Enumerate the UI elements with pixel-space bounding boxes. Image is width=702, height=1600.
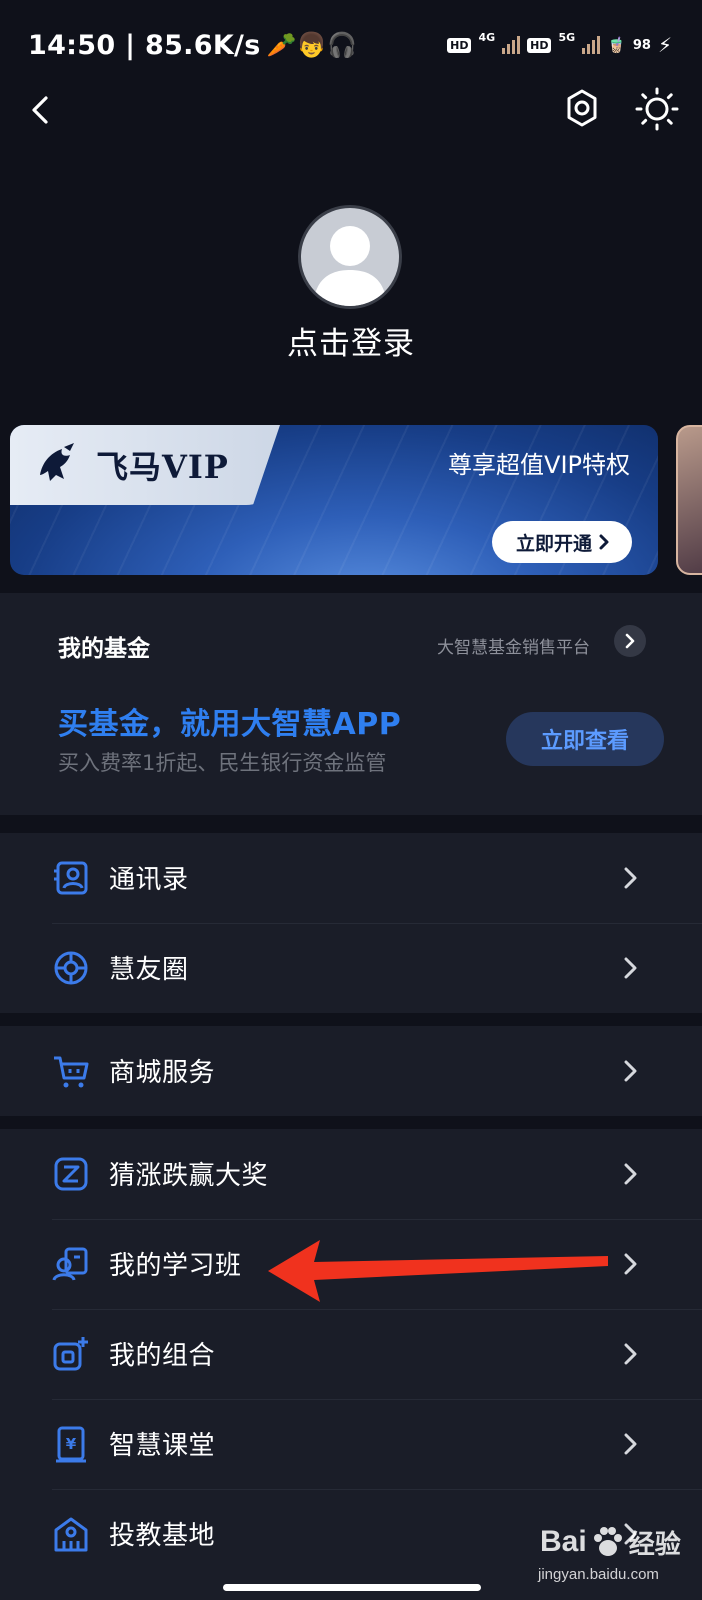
fund-subline: 买入费率1折起、民生银行资金监管 bbox=[58, 751, 387, 775]
chevron-right-icon bbox=[624, 1433, 637, 1455]
top-nav bbox=[0, 80, 702, 140]
chevron-right-icon bbox=[624, 867, 637, 889]
status-bar: 14:50 | 85.6K/s 🥕👦🎧 HD 4G HD 5G 🧋 98 ⚡ bbox=[0, 0, 702, 90]
back-icon bbox=[32, 96, 48, 124]
hd-badge: HD bbox=[447, 37, 472, 53]
watermark-suffix: 经验 bbox=[628, 1529, 681, 1560]
network-5g: 5G bbox=[558, 30, 576, 44]
default-avatar-icon bbox=[313, 226, 387, 306]
portfolio-icon bbox=[53, 1337, 88, 1371]
fund-platform-link[interactable]: 大智慧基金销售平台 bbox=[437, 633, 590, 658]
signal-icon bbox=[502, 36, 521, 54]
login-link[interactable]: 点击登录 bbox=[0, 318, 702, 363]
chevron-right-icon bbox=[624, 1253, 637, 1275]
avatar[interactable] bbox=[298, 205, 402, 309]
contacts-icon bbox=[54, 861, 88, 895]
home-indicator[interactable] bbox=[223, 1584, 481, 1591]
fund-headline: 买基金，就用大智慧APP bbox=[58, 707, 402, 742]
chevron-right-icon bbox=[624, 1163, 637, 1185]
pegasus-logo-icon bbox=[40, 443, 74, 481]
menu-label-guess-prize: 猜涨跌赢大奖 bbox=[109, 1161, 269, 1191]
menu-item-guess-prize[interactable]: 猜涨跌赢大奖 bbox=[0, 1129, 702, 1219]
chevron-right-icon bbox=[624, 957, 637, 979]
classroom-icon: ¥ bbox=[56, 1426, 86, 1463]
menu-item-my-portfolio[interactable]: 我的组合 bbox=[0, 1309, 702, 1399]
menu-label-my-portfolio: 我的组合 bbox=[109, 1341, 216, 1371]
fund-platform-arrow-button[interactable] bbox=[614, 625, 646, 657]
vip-slogan: 尊享超值VIP特权 bbox=[448, 451, 630, 479]
menu-group-2: 商城服务 bbox=[0, 1026, 702, 1116]
chevron-right-icon bbox=[625, 633, 635, 649]
menu-label-contacts: 通讯录 bbox=[109, 865, 189, 895]
network-4g: 4G bbox=[478, 30, 496, 44]
charging-icon: ⚡ bbox=[657, 33, 672, 57]
signal-icon-2 bbox=[582, 36, 601, 54]
chevron-right-icon bbox=[624, 1060, 637, 1082]
vip-open-button-label: 立即开通 bbox=[515, 532, 592, 555]
friends-circle-icon bbox=[54, 951, 88, 985]
menu-label-friends-circle: 慧友圈 bbox=[109, 955, 189, 985]
menu-label-study-class: 我的学习班 bbox=[109, 1251, 242, 1281]
guess-icon bbox=[54, 1157, 88, 1191]
status-left: 14:50 | 85.6K/s 🥕👦🎧 bbox=[28, 30, 357, 61]
hd-badge-2: HD bbox=[527, 37, 552, 53]
chevron-right-icon bbox=[624, 1343, 637, 1365]
battery-level: 98 bbox=[632, 37, 651, 53]
menu-group-1: 通讯录 慧友圈 bbox=[0, 833, 702, 1013]
back-button[interactable] bbox=[20, 88, 64, 132]
watermark-brand: Bai bbox=[540, 1525, 587, 1558]
theme-toggle-button[interactable] bbox=[634, 86, 680, 132]
vip-open-button[interactable]: 立即开通 bbox=[491, 521, 632, 563]
paw-icon bbox=[593, 1527, 622, 1556]
status-time-speed: 14:50 | 85.6K/s bbox=[28, 29, 261, 61]
menu-label-mall-service: 商城服务 bbox=[109, 1058, 216, 1088]
status-emojis: 🥕👦🎧 bbox=[266, 31, 358, 59]
fund-title: 我的基金 bbox=[58, 636, 150, 662]
chevron-right-icon bbox=[599, 534, 609, 550]
education-base-icon bbox=[54, 1517, 88, 1552]
vip-banner[interactable]: 飞马VIP 尊享超值VIP特权 立即开通 bbox=[10, 425, 658, 575]
menu-item-friends-circle[interactable]: 慧友圈 bbox=[0, 923, 702, 1013]
menu-label-wisdom-class: 智慧课堂 bbox=[109, 1431, 216, 1461]
baidu-watermark: Bai 经验 bbox=[540, 1514, 681, 1570]
next-banner-peek[interactable] bbox=[676, 425, 702, 575]
menu-item-wisdom-class[interactable]: ¥ 智慧课堂 bbox=[0, 1399, 702, 1489]
brightness-sun-icon bbox=[635, 87, 679, 131]
menu-label-investor-education: 投教基地 bbox=[109, 1521, 216, 1551]
annotation-arrow-icon bbox=[268, 1240, 608, 1302]
menu-item-mall-service[interactable]: 商城服务 bbox=[0, 1026, 702, 1116]
cart-icon bbox=[54, 1056, 89, 1088]
settings-gear-icon bbox=[567, 89, 597, 127]
watermark-url: jingyan.baidu.com bbox=[538, 1566, 659, 1583]
status-right: HD 4G HD 5G 🧋 98 ⚡ bbox=[447, 30, 672, 57]
svg-text:¥: ¥ bbox=[66, 1435, 77, 1453]
bubble-tea-icon: 🧋 bbox=[607, 36, 626, 54]
fund-view-button[interactable]: 立即查看 bbox=[506, 712, 664, 766]
study-class-icon bbox=[52, 1247, 88, 1281]
fund-card: 我的基金 大智慧基金销售平台 买基金，就用大智慧APP 买入费率1折起、民生银行… bbox=[0, 593, 702, 815]
menu-item-contacts[interactable]: 通讯录 bbox=[0, 833, 702, 923]
settings-button[interactable] bbox=[560, 86, 604, 130]
vip-name: 飞马VIP bbox=[96, 448, 229, 486]
